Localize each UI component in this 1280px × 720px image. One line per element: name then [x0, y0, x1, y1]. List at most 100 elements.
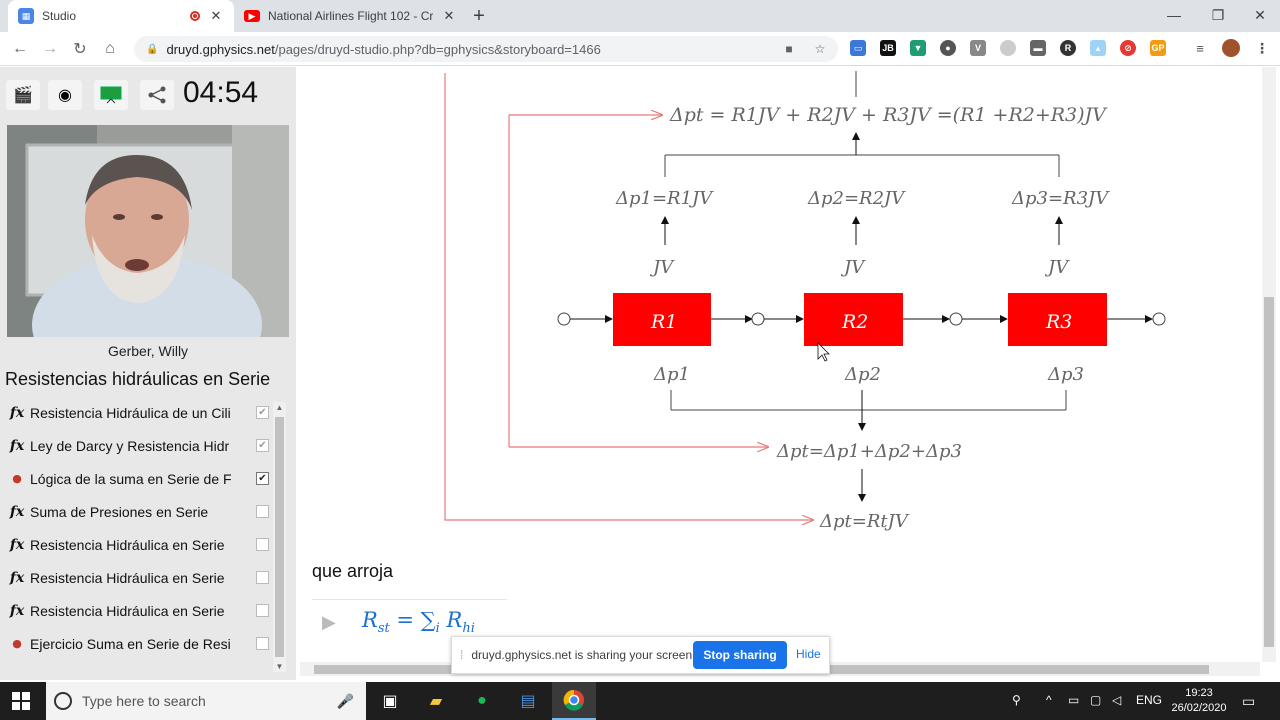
- node-1: [557, 312, 571, 326]
- item-checkbox[interactable]: [256, 538, 269, 551]
- extension-balls-icon[interactable]: ●: [940, 40, 956, 56]
- camera-icon[interactable]: ■: [780, 40, 798, 58]
- play-icon[interactable]: ▶: [322, 612, 336, 633]
- microphone-icon[interactable]: 🎤: [337, 693, 354, 710]
- presenter-name: Gerber, Willy: [107, 343, 189, 359]
- taskbar-search-input[interactable]: Type here to search 🎤: [46, 682, 366, 720]
- menu-kebab-icon[interactable]: ⋮: [1254, 40, 1270, 56]
- list-item[interactable]: ● Lógica de la suma en Serie de F ✔: [4, 462, 272, 495]
- language-indicator[interactable]: ENG: [1136, 693, 1162, 707]
- resistor-r3-label: R3: [1045, 311, 1072, 333]
- flow-label-3: JV: [1044, 257, 1070, 278]
- extension-1-icon[interactable]: ▭: [850, 40, 866, 56]
- list-item-label: Resistencia Hidráulica en Serie: [30, 536, 225, 553]
- bookmark-star-icon[interactable]: ☆: [811, 40, 829, 58]
- extension-gp-icon[interactable]: GP: [1150, 40, 1166, 56]
- list-item[interactable]: fx Suma de Presiones en Serie: [4, 495, 272, 528]
- clapperboard-icon[interactable]: 🎬: [6, 80, 40, 110]
- tab-youtube[interactable]: ▶ National Airlines Flight 102 - Cra ✕: [234, 0, 460, 32]
- list-item[interactable]: fx Ley de Darcy y Resistencia Hidr ✔: [4, 429, 272, 462]
- extension-r-icon[interactable]: R: [1060, 40, 1076, 56]
- scroll-up-icon[interactable]: ▲: [273, 403, 286, 412]
- back-arrow-icon[interactable]: ←: [7, 36, 33, 62]
- task-view-icon[interactable]: ▣: [368, 682, 412, 720]
- item-checkbox[interactable]: [256, 637, 269, 650]
- list-scrollbar[interactable]: ▲ ▼: [273, 402, 286, 672]
- close-icon[interactable]: ✕: [441, 8, 457, 24]
- list-item[interactable]: fx Resistencia Hidráulica en Serie: [4, 561, 272, 594]
- scrollbar-thumb[interactable]: [275, 417, 284, 657]
- file-explorer-icon[interactable]: ▰: [414, 682, 458, 720]
- extension-image-icon[interactable]: ▴: [1090, 40, 1106, 56]
- extension-monitor-icon[interactable]: ▬: [1030, 40, 1046, 56]
- chrome-icon[interactable]: [552, 682, 596, 720]
- list-item-label: Resistencia Hidráulica en Serie: [30, 569, 225, 586]
- item-checkbox[interactable]: [256, 604, 269, 617]
- item-checkbox[interactable]: ✔: [256, 439, 269, 452]
- function-icon: fx: [9, 602, 25, 619]
- paint-app-icon[interactable]: ▤: [506, 682, 550, 720]
- list-item[interactable]: fx Resistencia Hidráulica en Serie: [4, 528, 272, 561]
- series-resistance-diagram: Δpt = R1JV + R2JV + R3JV =(R1 +R2+R3)JV …: [444, 71, 1166, 532]
- item-checkbox[interactable]: [256, 571, 269, 584]
- windows-start-icon[interactable]: [12, 692, 30, 710]
- drag-handle-icon[interactable]: ⁞: [460, 648, 463, 662]
- hide-button[interactable]: Hide: [796, 647, 821, 661]
- address-bar[interactable]: 🔒 druyd.gphysics.net/pages/druyd-studio.…: [134, 36, 838, 62]
- extension-grey-icon[interactable]: [1000, 40, 1016, 56]
- list-item-label: Resistencia Hidráulica en Serie: [30, 602, 225, 619]
- clock-date: 26/02/2020: [1171, 702, 1227, 714]
- extension-block-icon[interactable]: ⊘: [1120, 40, 1136, 56]
- recording-icon: [190, 11, 200, 21]
- item-checkbox[interactable]: ✔: [256, 406, 269, 419]
- node-4: [1152, 312, 1166, 326]
- profile-avatar[interactable]: [1222, 39, 1240, 57]
- scrollbar-thumb[interactable]: [1264, 297, 1274, 647]
- minimize-icon[interactable]: —: [1152, 0, 1196, 30]
- list-item-label: Lógica de la suma en Serie de F: [30, 470, 232, 487]
- film-reel-icon[interactable]: ◉: [48, 80, 82, 110]
- storyboard-content: Δpt = R1JV + R2JV + R3JV =(R1 +R2+R3)JV …: [296, 67, 1262, 680]
- scroll-down-icon[interactable]: ▼: [273, 662, 286, 671]
- tab-title: National Airlines Flight 102 - Cra: [268, 9, 433, 23]
- item-checkbox[interactable]: ✔: [256, 472, 269, 485]
- stop-sharing-button[interactable]: Stop sharing: [693, 641, 787, 669]
- item-checkbox[interactable]: [256, 505, 269, 518]
- restore-icon[interactable]: ❐: [1196, 0, 1240, 30]
- function-icon: fx: [9, 404, 25, 421]
- extension-jb-icon[interactable]: JB: [880, 40, 896, 56]
- storyboard-item-list: fx Resistencia Hidráulica de un Cili ✔ f…: [4, 396, 272, 674]
- resistor-r1-label: R1: [650, 311, 677, 333]
- taskbar-clock[interactable]: 19:23 26/02/2020: [1170, 686, 1228, 716]
- extension-v-icon[interactable]: V: [970, 40, 986, 56]
- reload-icon[interactable]: ↻: [67, 36, 93, 62]
- monitor-icon[interactable]: ▢: [1090, 693, 1101, 707]
- function-icon: fx: [9, 503, 25, 520]
- list-item[interactable]: fx Resistencia Hidráulica de un Cili ✔: [4, 396, 272, 429]
- close-icon[interactable]: ✕: [208, 8, 224, 24]
- content-vertical-scrollbar[interactable]: [1262, 67, 1276, 662]
- tab-studio[interactable]: ▦ Studio ✕: [8, 0, 234, 32]
- share-icon[interactable]: [140, 80, 174, 110]
- new-tab-icon[interactable]: +: [467, 4, 491, 28]
- whiteboard-icon[interactable]: [94, 80, 128, 110]
- flow-label-1: JV: [649, 257, 675, 278]
- eq-total-resistance: Δpt=RtJV: [819, 511, 910, 532]
- extension-shield-icon[interactable]: ▼: [910, 40, 926, 56]
- notification-icon[interactable]: ▭: [1242, 693, 1255, 710]
- list-item[interactable]: ● Ejercicio Suma en Serie de Resi: [4, 627, 272, 660]
- home-icon[interactable]: ⌂: [97, 36, 123, 62]
- tab-title: Studio: [42, 9, 77, 23]
- people-icon[interactable]: ⚲: [1012, 693, 1021, 707]
- forward-arrow-icon[interactable]: →: [37, 36, 63, 62]
- eq-total-detailed: Δpt = R1JV + R2JV + R3JV =(R1 +R2+R3)JV: [669, 104, 1108, 126]
- network-icon[interactable]: ▭: [1068, 693, 1079, 707]
- tray-chevron-icon[interactable]: ^: [1046, 693, 1052, 707]
- close-window-icon[interactable]: ✕: [1238, 0, 1280, 30]
- list-item[interactable]: fx Resistencia Hidráulica en Serie: [4, 594, 272, 627]
- media-control-icon[interactable]: ≡: [1192, 40, 1208, 56]
- volume-icon[interactable]: ◁: [1112, 693, 1121, 707]
- url-path: /pages/druyd-studio.php?db=gphysics&stor…: [274, 41, 601, 57]
- session-timer: 04:54: [183, 76, 259, 109]
- spotify-icon[interactable]: ●: [460, 682, 504, 720]
